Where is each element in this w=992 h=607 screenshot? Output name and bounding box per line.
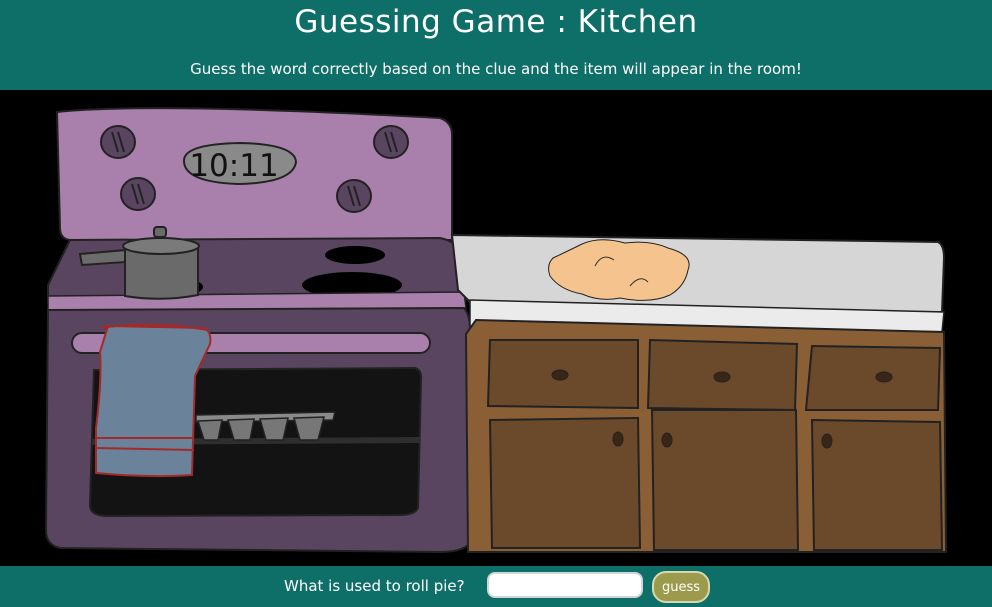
kitchen-scene: 10:11 [0, 90, 992, 566]
stove-knob-icon [336, 179, 372, 213]
muffin-tray-icon [195, 411, 336, 441]
footer: What is used to roll pie? guess [0, 566, 992, 607]
clock-time: 10:11 [189, 148, 278, 184]
stove-clock: 10:11 [182, 141, 298, 186]
page-subtitle: Guess the word correctly based on the cl… [190, 60, 802, 78]
stove-top [47, 236, 467, 311]
cabinets [464, 318, 948, 553]
guess-input[interactable] [487, 572, 643, 598]
kitchen-illustration: 10:11 [44, 107, 948, 554]
towel-icon [95, 323, 212, 478]
stove-knob-icon [120, 177, 156, 211]
countertop [450, 233, 946, 333]
stove-knob-icon [373, 125, 409, 159]
guess-button[interactable]: guess [652, 571, 710, 603]
stove-knob-icon [100, 125, 136, 159]
question-prompt: What is used to roll pie? [284, 577, 465, 595]
page-title: Guessing Game : Kitchen [294, 4, 698, 40]
header: Guessing Game : Kitchen Guess the word c… [0, 0, 992, 90]
